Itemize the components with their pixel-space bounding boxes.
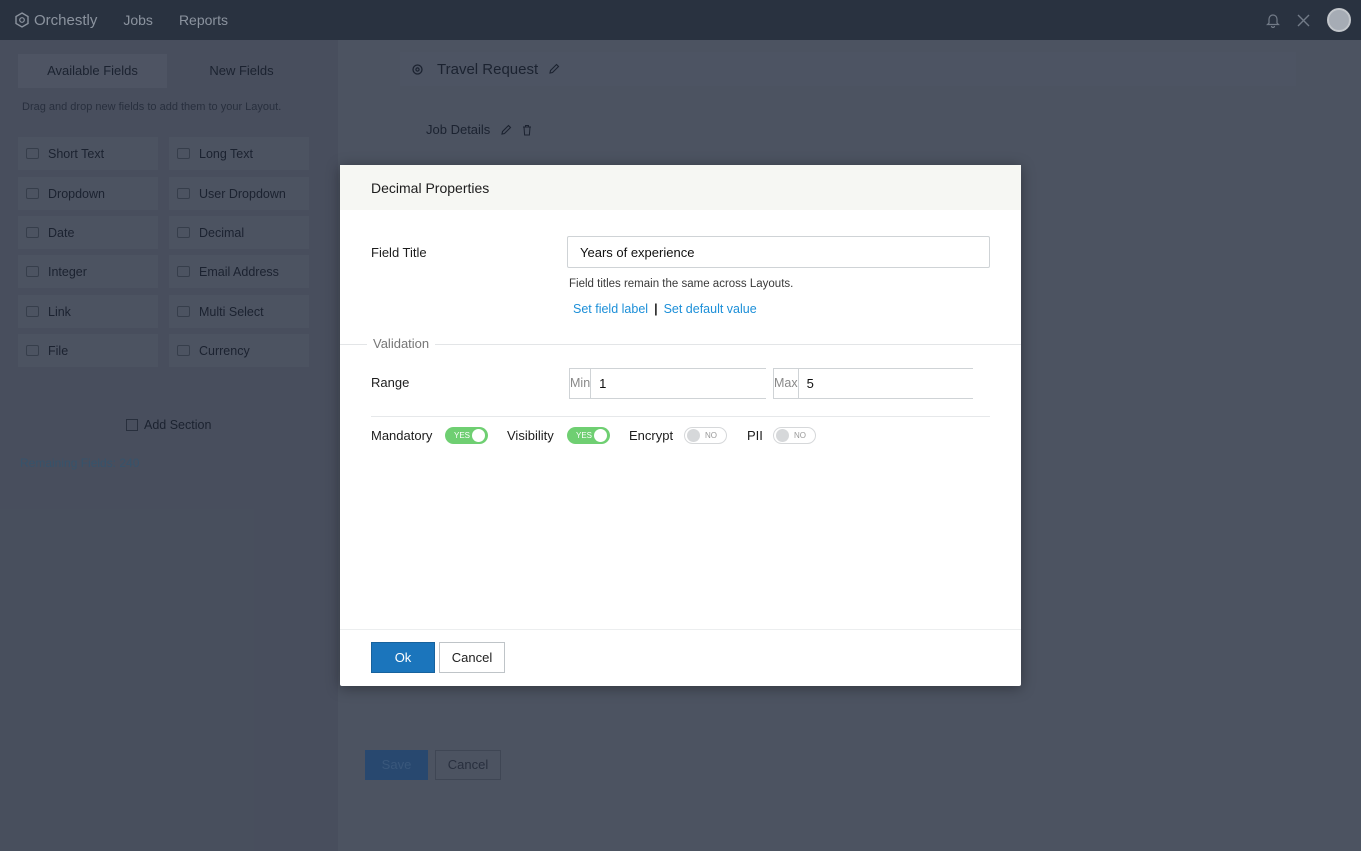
min-prefix: Min [570, 369, 592, 398]
field-title-input[interactable] [567, 236, 990, 268]
toggle-knob [687, 429, 700, 442]
dialog-header: Decimal Properties [340, 165, 1021, 210]
toggle-knob [594, 429, 607, 442]
mandatory-toggle[interactable]: YES [445, 427, 488, 444]
range-min: Min [569, 368, 776, 399]
visibility-toggle[interactable]: YES [567, 427, 610, 444]
toggle-state: YES [576, 431, 593, 440]
max-prefix: Max [774, 369, 799, 398]
max-input[interactable] [798, 369, 983, 398]
encrypt-label: Encrypt [629, 428, 674, 443]
min-input[interactable] [591, 369, 776, 398]
toggle-knob [776, 429, 789, 442]
field-title-label: Field Title [371, 245, 427, 260]
dialog-footer-divider [340, 629, 1021, 630]
toggle-knob [472, 429, 485, 442]
cancel-button[interactable]: Cancel [439, 642, 505, 673]
dialog-title: Decimal Properties [371, 179, 490, 196]
pii-toggle[interactable]: NO [773, 427, 816, 444]
field-links: Set field label | Set default value [573, 302, 757, 316]
validation-divider [340, 344, 1021, 345]
set-field-label-link[interactable]: Set field label [573, 302, 648, 316]
validation-legend: Validation [367, 336, 436, 351]
range-label: Range [371, 375, 410, 390]
ok-button[interactable]: Ok [371, 642, 435, 673]
link-separator: | [654, 302, 658, 316]
range-divider [371, 416, 990, 417]
toggle-state: NO [794, 431, 806, 440]
decimal-properties-dialog: Decimal Properties Field Title Field tit… [340, 165, 1021, 686]
toggle-state: NO [705, 431, 717, 440]
toggle-state: YES [454, 431, 471, 440]
range-max: Max [773, 368, 983, 399]
pii-label: PII [747, 428, 763, 443]
encrypt-toggle[interactable]: NO [684, 427, 727, 444]
visibility-label: Visibility [507, 428, 554, 443]
field-title-helper: Field titles remain the same across Layo… [569, 278, 794, 290]
mandatory-label: Mandatory [371, 428, 433, 443]
set-default-value-link[interactable]: Set default value [664, 302, 757, 316]
